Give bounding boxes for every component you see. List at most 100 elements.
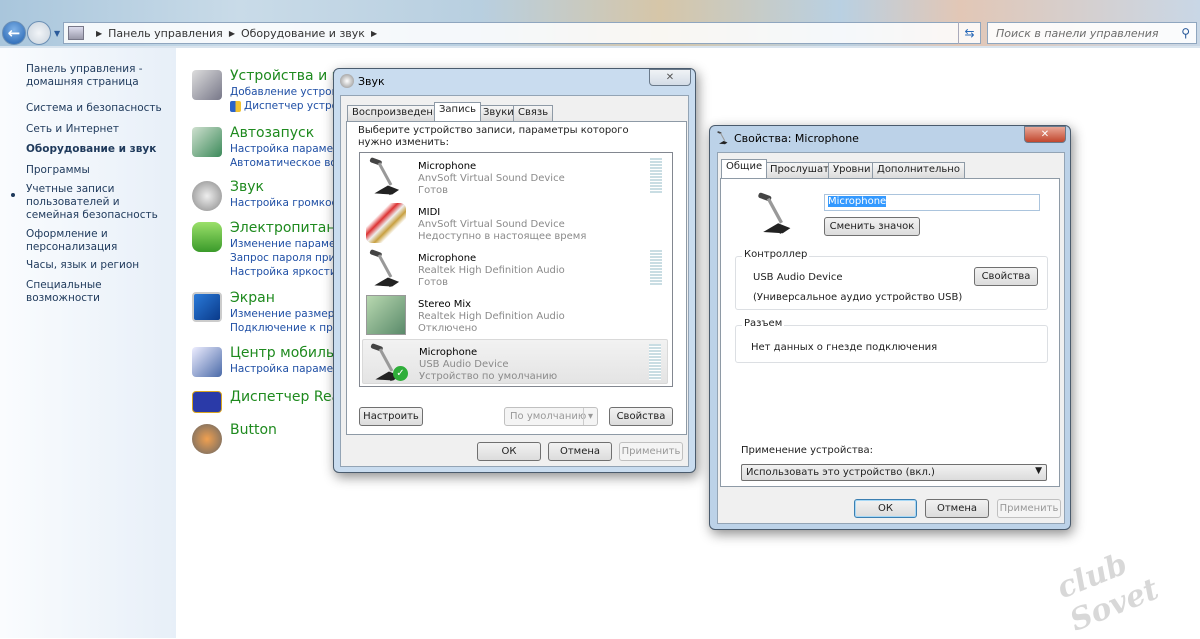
category-link[interactable]: Настройка параметр (230, 143, 346, 155)
category-title[interactable]: Автозапуск (230, 125, 314, 141)
tab-recording[interactable]: Запись (434, 102, 481, 121)
category-title[interactable]: Диспетчер Realt (230, 389, 350, 405)
forward-button[interactable] (27, 21, 51, 45)
microphone-icon (366, 249, 406, 289)
properties-button[interactable]: Свойства (609, 407, 673, 426)
category-link[interactable]: Диспетчер устрой (244, 100, 345, 112)
sidebar-item-appearance[interactable]: Оформление и персонализация (26, 228, 136, 254)
chevron-right-icon: ▶ (228, 28, 235, 38)
monitor-icon (192, 292, 222, 322)
window-titlebar-area: ← ▼ ▶ Панель управления ▶ Оборудование и… (0, 0, 1200, 48)
mobility-center-icon (192, 347, 222, 377)
sidebar-item-security[interactable]: Система и безопасность (26, 102, 162, 115)
dialog-titlebar[interactable]: Звук ✕ (334, 69, 695, 95)
breadcrumb-hardware-sound[interactable]: Оборудование и звук (241, 27, 365, 40)
list-item[interactable]: MIDI AnvSoft Virtual Sound Device Недост… (362, 200, 668, 245)
sidebar-item-network[interactable]: Сеть и Интернет (26, 123, 119, 136)
device-status: Недоступно в настоящее время (418, 231, 587, 242)
midi-cable-icon (366, 203, 406, 243)
tab-communications[interactable]: Связь (513, 105, 554, 121)
speaker-icon (192, 181, 222, 211)
ok-button[interactable]: ОК (854, 499, 917, 518)
level-meter (649, 344, 661, 380)
shield-icon (230, 101, 241, 112)
breadcrumb-control-panel[interactable]: Панель управления (108, 27, 223, 40)
list-item[interactable]: Stereo Mix Realtek High Definition Audio… (362, 292, 668, 337)
ok-button[interactable]: ОК (477, 442, 541, 461)
device-driver: Realtek High Definition Audio (418, 265, 565, 276)
dialog-titlebar[interactable]: Свойства: Microphone ✕ (710, 126, 1070, 152)
list-item[interactable]: Microphone AnvSoft Virtual Sound Device … (362, 154, 668, 199)
category-link[interactable]: Автоматическое восп (230, 157, 349, 169)
realtek-audio-icon (192, 391, 222, 413)
jack-label: Разъем (742, 318, 785, 329)
active-bullet-icon (11, 193, 15, 197)
refresh-button[interactable]: ⇆ (958, 22, 980, 44)
device-name: Microphone (418, 161, 477, 172)
controller-name: USB Audio Device (753, 272, 843, 283)
category-link[interactable]: Настройка яркости э (230, 266, 346, 278)
sidebar-item-accounts[interactable]: Учетные записи пользователей и семейная … (26, 183, 166, 222)
category-link[interactable]: Настройка параметр (230, 363, 346, 375)
control-panel-icon (68, 26, 84, 40)
category-link[interactable]: Запрос пароля при в (230, 252, 345, 264)
sidebar-item-home[interactable]: Панель управления - домашняя страница (26, 63, 146, 89)
sidebar-item-clock[interactable]: Часы, язык и регион (26, 259, 139, 272)
chevron-down-icon: ▾ (583, 408, 597, 425)
sound-dialog: Звук ✕ Воспроизведение Запись Звуки Связ… (333, 68, 696, 473)
devices-printers-icon (192, 70, 222, 100)
category-title[interactable]: Устройства и пр (230, 68, 350, 84)
search-input[interactable]: Поиск в панели управления ⚲ (987, 22, 1197, 44)
button-press-icon (192, 424, 222, 454)
level-meter (650, 158, 662, 194)
close-button[interactable]: ✕ (1024, 126, 1066, 143)
change-icon-button[interactable]: Сменить значок (824, 217, 920, 236)
cancel-button[interactable]: Отмена (925, 499, 989, 518)
sound-icon (340, 74, 354, 88)
device-status: Отключено (418, 323, 478, 334)
chevron-right-icon[interactable]: ▶ (371, 29, 377, 38)
history-dropdown-icon[interactable]: ▼ (54, 29, 60, 38)
microphone-icon (366, 157, 406, 197)
device-usage-select[interactable]: Использовать это устройство (вкл.) ▼ (741, 464, 1047, 481)
set-default-dropdown[interactable]: По умолчанию ▾ (504, 407, 598, 426)
close-button[interactable]: ✕ (649, 69, 691, 86)
device-usage-value: Использовать это устройство (вкл.) (746, 467, 935, 478)
configure-button[interactable]: Настроить (359, 407, 423, 426)
microphone-properties-dialog: Свойства: Microphone ✕ Общие Прослушать … (709, 125, 1071, 530)
microphone-icon (754, 192, 798, 236)
category-link[interactable]: Изменение параметр (230, 238, 348, 250)
sidebar-item-programs[interactable]: Программы (26, 164, 90, 177)
device-name-input[interactable]: Microphone (824, 194, 1040, 211)
tab-general[interactable]: Общие (721, 159, 768, 178)
apply-button[interactable]: Применить (997, 499, 1061, 518)
list-item-selected[interactable]: ✓ Microphone USB Audio Device Устройство… (362, 339, 668, 384)
category-title[interactable]: Звук (230, 179, 264, 195)
sidebar-item-hardware-sound[interactable]: Оборудование и звук (26, 143, 156, 156)
device-name: MIDI (418, 207, 441, 218)
sidebar-item-accessibility[interactable]: Специальные возможности (26, 279, 176, 305)
device-usage-label: Применение устройства: (741, 445, 874, 456)
tab-advanced[interactable]: Дополнительно (872, 162, 965, 178)
category-title[interactable]: Button (230, 422, 277, 438)
category-title[interactable]: Экран (230, 290, 275, 306)
back-button[interactable]: ← (2, 21, 26, 45)
device-driver: USB Audio Device (419, 359, 509, 370)
controller-properties-button[interactable]: Свойства (974, 267, 1038, 286)
device-driver: Realtek High Definition Audio (418, 311, 565, 322)
category-link[interactable]: Настройка громкост (230, 197, 343, 209)
cancel-button[interactable]: Отмена (548, 442, 612, 461)
list-item[interactable]: Microphone Realtek High Definition Audio… (362, 246, 668, 291)
jack-info: Нет данных о гнезде подключения (751, 342, 938, 353)
search-icon[interactable]: ⚲ (1181, 26, 1190, 40)
sound-card-icon (366, 295, 406, 335)
device-list[interactable]: Microphone AnvSoft Virtual Sound Device … (359, 152, 673, 387)
jack-group: Разъем Нет данных о гнезде подключения (735, 318, 1048, 363)
device-name: Microphone (419, 347, 478, 358)
category-link[interactable]: Изменение размеров (230, 308, 347, 320)
apply-button[interactable]: Применить (619, 442, 683, 461)
address-bar[interactable]: ▶ Панель управления ▶ Оборудование и зву… (63, 22, 981, 44)
tab-levels[interactable]: Уровни (828, 162, 876, 178)
category-link[interactable]: Подключение к прое (230, 322, 346, 334)
controller-description: (Универсальное аудио устройство USB) (753, 292, 963, 303)
